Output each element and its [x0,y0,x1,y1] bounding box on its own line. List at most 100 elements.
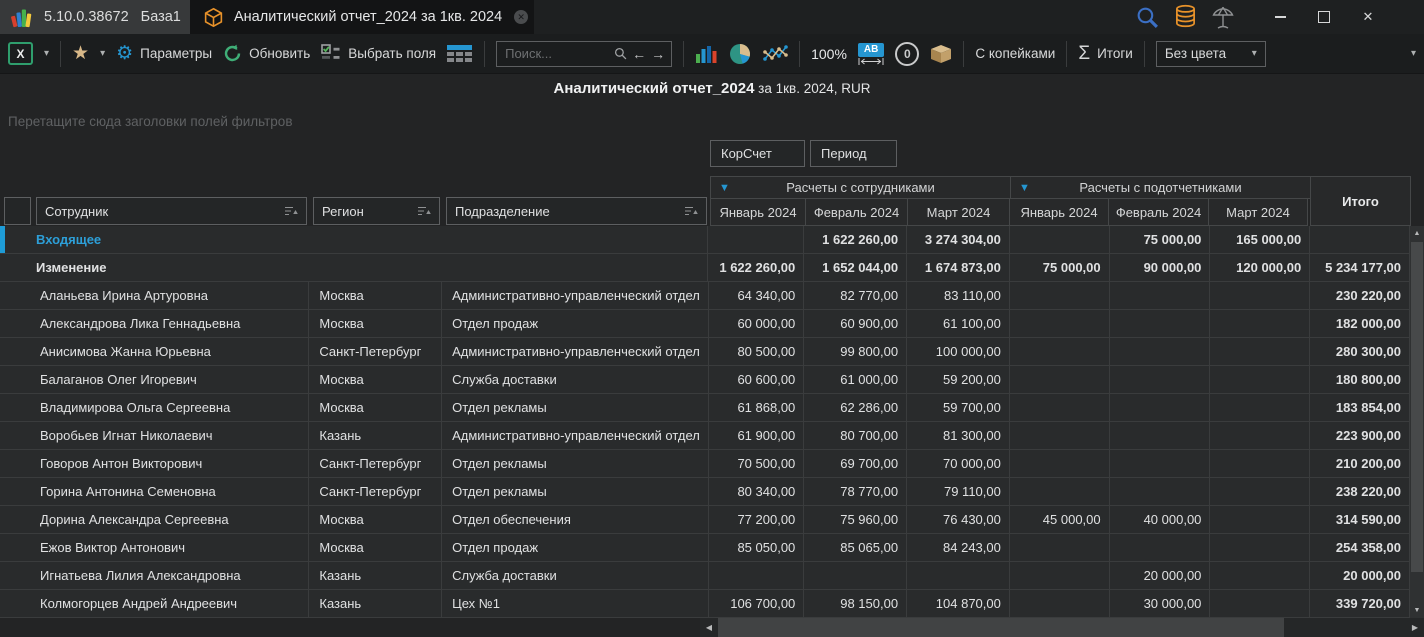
cell-total[interactable]: 339 720,00 [1310,590,1410,617]
horizontal-scroll-thumb[interactable] [718,618,1284,637]
cell-value[interactable] [1010,226,1110,253]
cell-department[interactable]: Административно-управленческий отдел [442,282,708,309]
month-header[interactable]: Март 2024 [1208,198,1308,226]
cell-employee[interactable]: Аланьева Ирина Артуровна [0,282,309,309]
cell-value[interactable]: 1 674 873,00 [907,254,1010,281]
line-chart-button[interactable] [763,44,788,64]
cell-value[interactable] [1110,450,1211,477]
refresh-button[interactable]: Обновить [223,44,310,63]
cell-value[interactable] [1110,366,1211,393]
package-button[interactable] [930,44,952,64]
parameters-button[interactable]: ⚙ Параметры [116,44,212,63]
cell-employee[interactable]: Воробьев Игнат Николаевич [0,422,309,449]
table-row[interactable]: Владимирова Ольга Сергеевна Москва Отдел… [0,394,1410,422]
cell-total[interactable]: 254 358,00 [1310,534,1410,561]
table-row[interactable]: Колмогорцев Андрей Андреевич Казань Цех … [0,590,1410,618]
layout-grid-button[interactable] [447,45,473,63]
scroll-left-icon[interactable]: ◀ [700,618,718,637]
cell-value[interactable] [1210,338,1310,365]
cell-value[interactable]: 106 700,00 [709,590,805,617]
cell-department[interactable]: Служба доставки [442,562,708,589]
cell-total[interactable]: 210 200,00 [1310,450,1410,477]
cell-value[interactable]: 80 340,00 [709,478,805,505]
cell-value[interactable]: 20 000,00 [1110,562,1211,589]
cell-value[interactable]: 60 900,00 [804,310,907,337]
cell-value[interactable]: 100 000,00 [907,338,1010,365]
cell-region[interactable]: Москва [309,282,442,309]
kopecks-toggle-button[interactable]: С копейками [975,46,1055,61]
zoom-level[interactable]: 100% [811,46,847,62]
cell-region[interactable]: Москва [309,310,442,337]
scroll-right-icon[interactable]: ▶ [1406,618,1424,637]
employee-column-header[interactable]: Сотрудник [36,197,307,225]
search-prev-icon[interactable]: ← [632,47,646,61]
cell-value[interactable] [1010,310,1110,337]
cell-value[interactable]: 60 600,00 [709,366,805,393]
umbrella-icon[interactable] [1204,0,1242,34]
cell-value[interactable]: 85 065,00 [804,534,907,561]
chevron-down-icon[interactable]: ▼ [1019,182,1030,194]
cell-total[interactable] [1310,226,1410,253]
cell-department[interactable]: Отдел продаж [442,310,708,337]
table-row[interactable]: Говоров Антон Викторович Санкт-Петербург… [0,450,1410,478]
excel-dropdown-caret[interactable]: ▾ [44,48,49,59]
cell-value[interactable]: 120 000,00 [1210,254,1310,281]
favorites-button[interactable]: ★ [72,44,89,63]
cell-value[interactable]: 90 000,00 [1110,254,1211,281]
cell-value[interactable] [708,226,804,253]
pie-chart-button[interactable] [728,42,752,66]
cell-value[interactable]: 64 340,00 [709,282,805,309]
cell-department[interactable]: Отдел рекламы [442,478,708,505]
window-close-button[interactable]: ✕ [1346,0,1390,34]
cell-value[interactable]: 80 500,00 [709,338,805,365]
table-row[interactable]: Анисимова Жанна Юрьевна Санкт-Петербург … [0,338,1410,366]
vertical-scrollbar[interactable]: ▲ ▼ [1410,226,1424,618]
cell-employee[interactable]: Говоров Антон Викторович [0,450,309,477]
cell-total[interactable]: 314 590,00 [1310,506,1410,533]
cell-value[interactable] [1010,366,1110,393]
pivot-field-period[interactable]: Период [810,140,897,167]
cell-value[interactable] [1210,534,1310,561]
column-group-accountable[interactable]: ▼ Расчеты с подотчетниками [1010,176,1311,199]
cell-department[interactable]: Служба доставки [442,366,708,393]
cell-department[interactable]: Цех №1 [442,590,708,617]
month-header[interactable]: Январь 2024 [1009,198,1109,226]
cell-value[interactable] [1010,338,1110,365]
cell-department[interactable]: Отдел продаж [442,534,708,561]
cell-region[interactable]: Москва [309,506,442,533]
cell-total[interactable]: 20 000,00 [1310,562,1410,589]
table-row[interactable]: Воробьев Игнат Николаевич Казань Админис… [0,422,1410,450]
color-scheme-select[interactable]: Без цвета ▾ [1156,41,1266,67]
cell-value[interactable]: 61 000,00 [804,366,907,393]
global-search-icon[interactable] [1128,0,1166,34]
vertical-scroll-thumb[interactable] [1411,242,1423,572]
cell-value[interactable] [1010,534,1110,561]
totals-button[interactable]: Σ Итоги [1078,43,1132,65]
cell-value[interactable]: 104 870,00 [907,590,1010,617]
cell-value[interactable] [1210,562,1310,589]
cell-department[interactable]: Административно-управленческий отдел [442,338,708,365]
search-input[interactable] [503,45,609,62]
cell-region[interactable]: Казань [309,590,442,617]
cell-employee[interactable]: Дорина Александра Сергеевна [0,506,309,533]
cell-value[interactable]: 1 622 260,00 [708,254,804,281]
cell-value[interactable]: 45 000,00 [1010,506,1110,533]
cell-row-label[interactable]: Изменение [0,254,708,281]
month-header[interactable]: Февраль 2024 [805,198,908,226]
table-row-aggregate[interactable]: Изменение 1 622 260,00 1 652 044,00 1 67… [0,254,1410,282]
table-row[interactable]: Игнатьева Лилия Александровна Казань Слу… [0,562,1410,590]
cell-value[interactable] [1210,506,1310,533]
cell-value[interactable]: 62 286,00 [804,394,907,421]
cell-region[interactable]: Москва [309,534,442,561]
table-row[interactable]: Горина Антонина Семеновна Санкт-Петербур… [0,478,1410,506]
table-row[interactable]: Ежов Виктор Антонович Москва Отдел прода… [0,534,1410,562]
cell-value[interactable]: 69 700,00 [804,450,907,477]
cell-region[interactable]: Казань [309,562,442,589]
cell-total[interactable]: 182 000,00 [1310,310,1410,337]
month-header[interactable]: Февраль 2024 [1108,198,1209,226]
cell-region[interactable]: Казань [309,422,442,449]
cell-employee[interactable]: Александрова Лика Геннадьевна [0,310,309,337]
department-column-header[interactable]: Подразделение [446,197,707,225]
chevron-down-icon[interactable]: ▼ [719,182,730,194]
favorites-dropdown-caret[interactable]: ▾ [100,48,105,59]
